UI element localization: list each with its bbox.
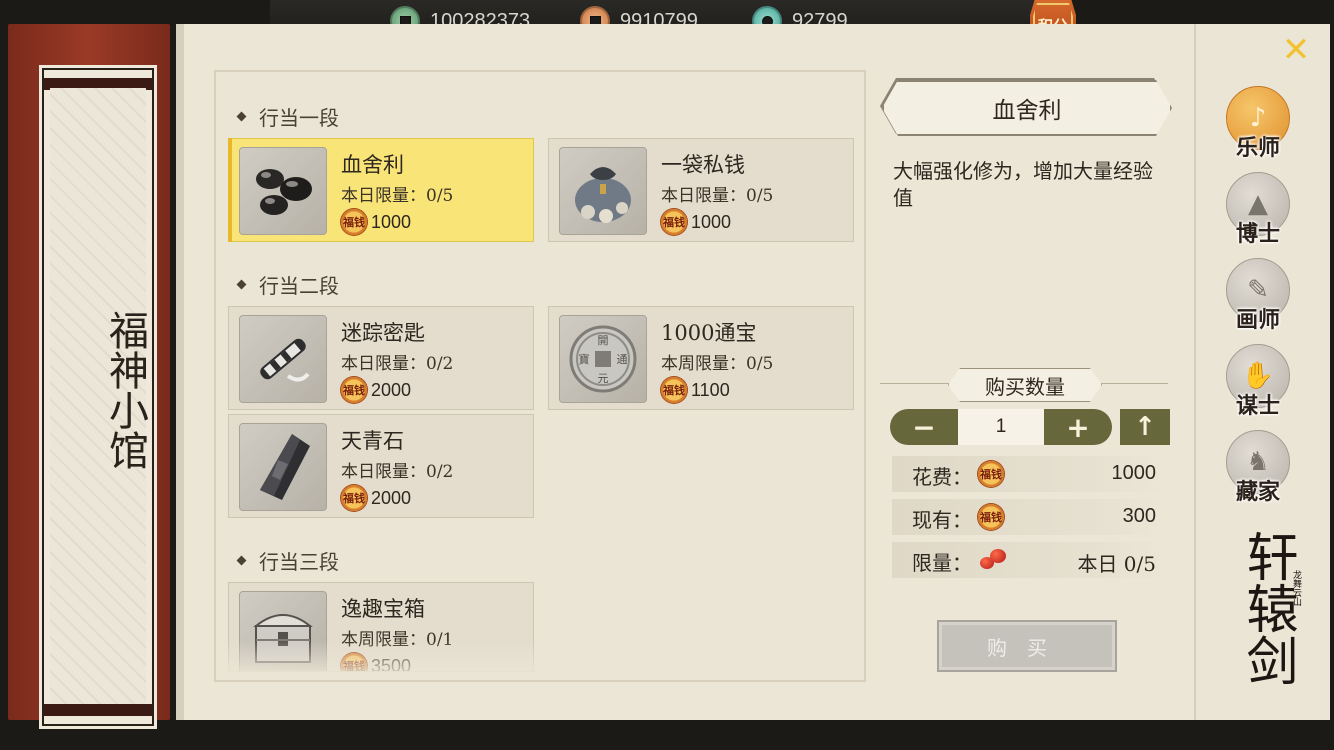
fuqian-icon: 福钱 [341,209,367,235]
silver-coin-icon: 開 元 寶 通 [559,315,647,403]
fuqian-icon: 福钱 [978,461,1004,487]
shop-item[interactable]: 開 元 寶 通 1000通宝 本周限量：0/5 福钱 1100 [548,306,854,410]
buy-button[interactable]: 购买 [937,620,1117,672]
item-description: 大幅强化修为，增加大量经验值 [893,159,1153,210]
section-title: 行当一段 [236,102,339,131]
tab-label: 乐师 [1235,135,1280,161]
item-limit: 本日限量：0/5 [341,186,454,206]
limit-row: 限量： 本日 0/5 [892,542,1168,578]
tab-musician[interactable]: ♪ 乐师 [1226,86,1290,161]
tab-strategist[interactable]: ✋ 谋士 [1226,344,1290,419]
tab-label: 画师 [1235,307,1280,333]
tab-label: 博士 [1235,221,1280,247]
shop-banner: 福神小馆 [8,24,170,726]
treasure-chest-icon [239,591,327,671]
shop-item[interactable]: 一袋私钱 本日限量：0/5 福钱 1000 [548,138,854,242]
svg-text:寶: 寶 [579,352,590,366]
item-price: 福钱 2000 [341,377,411,403]
item-name: 1000通宝 [661,321,757,345]
item-name: 迷踪密匙 [341,321,425,345]
max-quantity-button[interactable]: ↑ [1120,409,1170,445]
fuqian-icon: 福钱 [661,377,687,403]
quantity-label: 购买数量 [948,368,1102,402]
blood-gem-icon [978,547,1008,573]
limit-label: 限量： [912,551,972,575]
item-price: 福钱 1000 [661,209,731,235]
item-price: 福钱 3500 [341,653,411,671]
tab-scholar[interactable]: ▲ 博士 [1226,172,1290,247]
owned-row: 现有： 福钱 300 [892,499,1168,535]
section-title: 行当二段 [236,270,339,299]
shop-item[interactable]: 迷踪密匙 本日限量：0/2 福钱 2000 [228,306,534,410]
black-beads-icon [239,147,327,235]
item-name: 天青石 [341,429,404,453]
fuqian-icon: 福钱 [341,653,367,671]
cost-row: 花费： 福钱 1000 [892,456,1168,492]
shop-item[interactable]: 逸趣宝箱 本周限量：0/1 福钱 3500 [228,582,534,672]
fuqian-icon: 福钱 [341,377,367,403]
owned-label: 现有： [912,508,972,532]
item-name: 一袋私钱 [661,153,745,177]
increase-button[interactable]: + [1044,409,1112,445]
item-name: 血舍利 [341,153,404,177]
crystal-icon [239,423,327,511]
tab-label: 谋士 [1235,393,1280,419]
fuqian-icon: 福钱 [341,485,367,511]
item-limit: 本周限量：0/5 [661,354,774,374]
scroll-key-icon [239,315,327,403]
item-limit: 本周限量：0/1 [341,630,454,650]
game-logo-subtitle: 龙舞云山 [1291,570,1301,606]
shop-item[interactable]: 血舍利 本日限量：0/5 福钱 1000 [228,138,534,242]
quantity-stepper[interactable]: − 1 + [890,409,1112,445]
owned-value: 300 [1122,505,1156,527]
tab-label: 藏家 [1235,479,1280,505]
money-bag-icon [559,147,647,235]
banner-scroll: 福神小馆 [42,68,154,726]
item-limit: 本日限量：0/2 [341,354,454,374]
item-price: 福钱 1100 [661,377,730,403]
fuqian-icon: 福钱 [661,209,687,235]
game-logo: 轩辕剑 [1237,530,1297,686]
item-price: 福钱 2000 [341,485,411,511]
limit-value: 本日 0/5 [1077,552,1156,576]
fuqian-icon: 福钱 [978,504,1004,530]
section-title: 行当三段 [236,546,339,575]
shop-title: 福神小馆 [102,310,148,470]
quantity-value[interactable]: 1 [958,409,1044,445]
cost-label: 花费： [912,465,972,489]
detail-title: 血舍利 [882,80,1172,136]
tab-collector[interactable]: ♞ 藏家 [1226,430,1290,505]
close-button[interactable]: ✕ [1280,33,1312,67]
item-price: 福钱 1000 [341,209,411,235]
item-limit: 本日限量：0/5 [661,186,774,206]
svg-text:通: 通 [617,353,628,366]
item-name: 逸趣宝箱 [341,597,425,621]
cost-value: 1000 [1111,462,1157,484]
svg-text:元: 元 [598,372,609,385]
svg-text:開: 開 [598,334,609,347]
item-limit: 本日限量：0/2 [341,462,454,482]
tab-painter[interactable]: ✎ 画师 [1226,258,1290,333]
decrease-button[interactable]: − [890,409,958,445]
shop-item[interactable]: 天青石 本日限量：0/2 福钱 2000 [228,414,534,518]
